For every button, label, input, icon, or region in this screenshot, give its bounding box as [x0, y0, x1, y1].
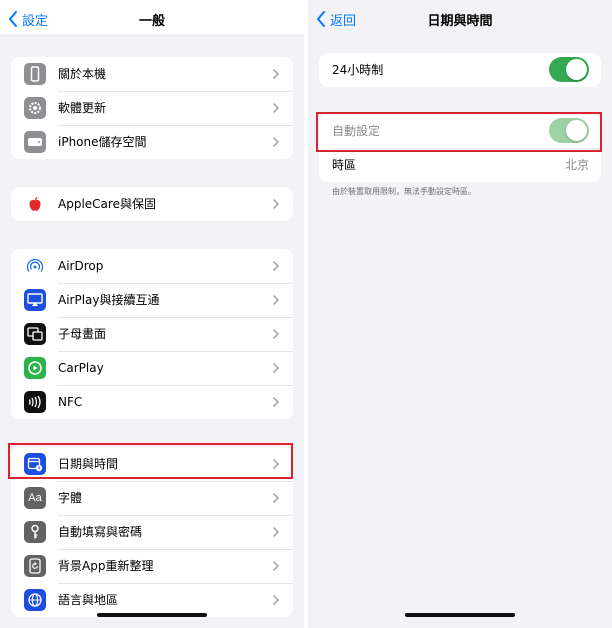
page-title: 日期與時間	[427, 14, 493, 29]
settings-row-airdrop[interactable]: AirDrop	[11, 249, 293, 283]
chevron-right-icon	[273, 329, 279, 339]
settings-row-auto-set: 自動設定	[319, 114, 601, 148]
date-time-screen: 返回 日期與時間 24小時制 自動設定 時區 北京 由於裝置取用限制，無法手動設…	[308, 0, 612, 628]
carplay-icon	[24, 357, 46, 379]
settings-row-timezone[interactable]: 時區 北京	[319, 148, 601, 182]
auto-set-label: 自動設定	[332, 124, 381, 138]
chevron-right-icon	[273, 397, 279, 407]
refresh-icon	[24, 555, 46, 577]
globe-icon	[24, 589, 46, 611]
fonts-icon-text: Aa	[28, 492, 42, 504]
storage-icon	[24, 131, 46, 153]
airdrop-icon	[24, 255, 46, 277]
chevron-right-icon	[273, 199, 279, 209]
phone-icon	[24, 63, 46, 85]
gear-icon	[24, 97, 46, 119]
settings-row-label: 語言與地區	[58, 593, 119, 607]
settings-row-about[interactable]: 關於本機	[11, 57, 293, 91]
nfc-icon	[24, 391, 46, 413]
settings-row-label: 日期與時間	[58, 457, 119, 471]
settings-row-label: AirDrop	[58, 259, 104, 273]
settings-row-storage[interactable]: iPhone儲存空間	[11, 125, 293, 159]
auto-set-toggle[interactable]	[549, 118, 589, 143]
settings-row-applecare[interactable]: AppleCare與保固	[11, 187, 293, 221]
settings-row-label: CarPlay	[58, 361, 104, 375]
settings-group-auto-set: 自動設定 時區 北京	[319, 114, 601, 182]
settings-row-label: 關於本機	[58, 67, 107, 81]
chevron-right-icon	[273, 459, 279, 469]
chevron-right-icon	[273, 69, 279, 79]
date-time-icon	[24, 453, 46, 475]
settings-row-fonts[interactable]: Aa 字體	[11, 481, 293, 515]
settings-group-connectivity: AirDrop AirPlay與接續互通 子母畫面 CarPlay NFC	[11, 249, 293, 419]
timezone-label: 時區	[332, 158, 357, 172]
fonts-icon: Aa	[24, 487, 46, 509]
settings-row-carplay[interactable]: CarPlay	[11, 351, 293, 385]
settings-row-label: 背景App重新整理	[58, 559, 154, 573]
chevron-right-icon	[273, 137, 279, 147]
chevron-right-icon	[273, 561, 279, 571]
settings-row-nfc[interactable]: NFC	[11, 385, 293, 419]
settings-row-label: NFC	[58, 395, 83, 409]
apple-icon	[24, 193, 46, 215]
settings-row-software-update[interactable]: 軟體更新	[11, 91, 293, 125]
settings-row-label: 子母畫面	[58, 327, 107, 341]
settings-row-label: AppleCare與保固	[58, 197, 156, 211]
chevron-right-icon	[273, 261, 279, 271]
settings-row-autofill[interactable]: 自動填寫與密碼	[11, 515, 293, 549]
settings-group-24hour: 24小時制	[319, 53, 601, 87]
chevron-right-icon	[273, 295, 279, 305]
settings-row-pip[interactable]: 子母畫面	[11, 317, 293, 351]
settings-row-label: AirPlay與接續互通	[58, 293, 160, 307]
chevron-right-icon	[273, 527, 279, 537]
chevron-right-icon	[273, 493, 279, 503]
settings-group-preferences: 日期與時間 Aa 字體 自動填寫與密碼 背景App重新整理 語言與地區	[11, 447, 293, 617]
chevron-right-icon	[273, 595, 279, 605]
settings-row-language-region[interactable]: 語言與地區	[11, 583, 293, 617]
settings-row-date-time[interactable]: 日期與時間	[11, 447, 293, 481]
settings-row-label: iPhone儲存空間	[58, 135, 147, 149]
key-icon	[24, 521, 46, 543]
timezone-footnote: 由於裝置取用限制，無法手動設定時區。	[332, 187, 476, 196]
24hour-toggle[interactable]	[549, 57, 589, 82]
settings-group-device: 關於本機 軟體更新 iPhone儲存空間	[11, 57, 293, 159]
24hour-label: 24小時制	[332, 63, 384, 77]
navigation-bar: 設定 一般	[0, 0, 304, 36]
toggle-knob	[566, 59, 587, 80]
general-settings-screen: 設定 一般 關於本機 軟體更新 iPhone儲存空間 AppleCare與保固 …	[0, 0, 304, 628]
settings-row-label: 字體	[58, 491, 83, 505]
navigation-bar: 返回 日期與時間	[308, 0, 612, 36]
airplay-icon	[24, 289, 46, 311]
picture-in-picture-icon	[24, 323, 46, 345]
chevron-right-icon	[273, 103, 279, 113]
settings-row-label: 自動填寫與密碼	[58, 525, 143, 539]
settings-row-label: 軟體更新	[58, 101, 107, 115]
settings-row-24hour: 24小時制	[319, 53, 601, 87]
home-indicator	[405, 613, 515, 617]
settings-group-applecare: AppleCare與保固	[11, 187, 293, 221]
chevron-right-icon	[273, 363, 279, 373]
timezone-value: 北京	[564, 158, 589, 172]
settings-row-background-refresh[interactable]: 背景App重新整理	[11, 549, 293, 583]
toggle-knob	[566, 120, 587, 141]
settings-row-airplay[interactable]: AirPlay與接續互通	[11, 283, 293, 317]
home-indicator	[97, 613, 207, 617]
page-title: 一般	[138, 14, 165, 29]
